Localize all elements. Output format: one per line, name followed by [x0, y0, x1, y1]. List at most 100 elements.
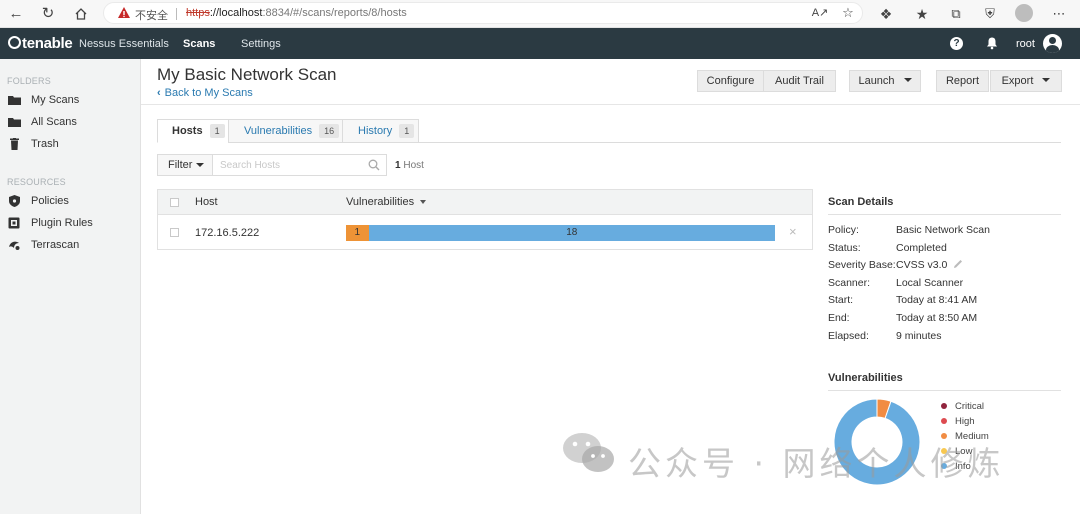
info-severity-segment[interactable]: 18	[368, 225, 775, 241]
audit-trail-button[interactable]: Audit Trail	[763, 70, 836, 92]
table-row[interactable]: 172.16.5.222 1 18 ×	[158, 216, 812, 250]
browser-profile-avatar[interactable]	[1015, 4, 1033, 22]
column-header-host[interactable]: Host	[195, 196, 218, 208]
scan-detail-value: CVSS v3.0	[896, 259, 948, 272]
edit-pencil-icon[interactable]	[953, 259, 963, 269]
report-button[interactable]: Report	[936, 70, 989, 92]
scan-detail-value: Basic Network Scan	[896, 224, 990, 236]
favorites-icon[interactable]: ★	[912, 4, 932, 24]
nav-scans[interactable]: Scans	[183, 38, 215, 50]
favorite-add-icon[interactable]: ☆	[838, 3, 858, 23]
hosts-table: Host Vulnerabilities 172.16.5.222 1 18 ×	[157, 189, 813, 250]
sidebar-item-label: Terrascan	[31, 239, 80, 251]
sidebar-item-all-scans[interactable]: All Scans	[8, 114, 138, 132]
address-bar[interactable]: 不安全 https://localhost:8834/#/scans/repor…	[103, 2, 863, 24]
launch-button[interactable]: Launch	[849, 70, 921, 92]
configure-button[interactable]: Configure	[697, 70, 764, 92]
legend-item[interactable]: High	[941, 416, 975, 427]
select-all-checkbox[interactable]	[170, 198, 179, 207]
legend-label: Critical	[955, 401, 985, 412]
shield-icon	[9, 195, 20, 207]
host-count: 1 Host	[395, 160, 424, 171]
legend-dot-icon	[941, 403, 947, 409]
column-header-label: Vulnerabilities	[346, 196, 415, 208]
bell-icon[interactable]	[985, 36, 999, 50]
table-header: Host Vulnerabilities	[158, 190, 812, 215]
scan-detail-value: 9 minutes	[896, 329, 942, 342]
sidebar-item-my-scans[interactable]: My Scans	[8, 92, 138, 110]
extensions-icon[interactable]: ❖	[876, 4, 896, 24]
scan-detail-label: Elapsed:	[828, 329, 869, 342]
back-arrow-icon[interactable]: ←	[6, 4, 26, 24]
folder-icon	[8, 118, 21, 127]
scan-detail-value: Today at 8:41 AM	[896, 294, 978, 307]
tenable-logo[interactable]: tenable	[8, 35, 73, 52]
brand-name: tenable	[22, 35, 73, 52]
scan-detail-label: Start:	[828, 294, 854, 307]
host-ip[interactable]: 172.16.5.222	[195, 227, 259, 239]
launch-label: Launch	[858, 75, 895, 87]
header-divider	[141, 104, 1080, 105]
trash-icon	[10, 138, 19, 150]
sidebar-item-terrascan[interactable]: Terrascan	[8, 237, 138, 255]
read-aloud-icon[interactable]: A↗	[810, 3, 830, 23]
export-label: Export	[1001, 75, 1034, 87]
sidebar-item-policies[interactable]: Policies	[8, 193, 138, 211]
user-name[interactable]: root	[1016, 38, 1035, 50]
tab-count-badge: 1	[209, 124, 225, 138]
sidebar-item-label: Trash	[31, 138, 59, 150]
sidebar: FOLDERS My Scans All Scans Trash RESOURC…	[0, 59, 141, 514]
tab-hosts[interactable]: Hosts 1	[157, 119, 229, 143]
delete-row-icon[interactable]: ×	[789, 224, 797, 239]
tab-label: History	[358, 125, 393, 137]
collections-icon[interactable]: ⧉	[946, 4, 966, 24]
export-button[interactable]: Export	[990, 70, 1062, 92]
host-count-suffix: Host	[403, 160, 424, 171]
scan-detail-label: Scanner:	[828, 276, 871, 289]
scan-detail-value: Today at 8:50 AM	[896, 312, 978, 324]
reload-icon[interactable]: ↻	[38, 4, 58, 24]
home-icon[interactable]	[71, 4, 91, 24]
column-header-vulnerabilities[interactable]: Vulnerabilities	[346, 196, 427, 208]
filter-dropdown[interactable]: Filter	[157, 154, 213, 176]
url-host: ://localhost	[209, 7, 263, 19]
browser-toolbar: ← ↻ 不安全 https://localhost:8834/#/scans/r…	[0, 0, 1080, 28]
url-scheme: https	[186, 7, 210, 19]
sidebar-item-trash[interactable]: Trash	[8, 136, 138, 154]
tab-divider	[419, 142, 1061, 143]
vulnerability-severity-bar[interactable]: 1 18	[346, 225, 775, 241]
sidebar-item-label: Plugin Rules	[31, 217, 93, 229]
terrascan-icon	[9, 241, 20, 250]
medium-severity-segment[interactable]: 1	[346, 225, 369, 241]
url-text[interactable]: https://localhost:8834/#/scans/reports/8…	[186, 7, 407, 19]
nav-settings[interactable]: Settings	[241, 38, 281, 50]
vulnerabilities-divider	[828, 390, 1061, 391]
watermark-text: 公众号 · 网络个人修炼	[628, 444, 1005, 483]
filter-label: Filter	[168, 159, 193, 171]
legend-label: High	[955, 416, 975, 427]
page-title: My Basic Network Scan	[157, 65, 337, 84]
tab-history[interactable]: History 1	[342, 119, 419, 143]
browser-essentials-icon[interactable]: ⛨	[980, 4, 1000, 24]
scan-detail-label: Policy:	[828, 224, 859, 236]
logo-mark-icon	[8, 36, 21, 49]
resources-heading: RESOURCES	[7, 177, 66, 187]
more-menu-icon[interactable]: ⋯	[1049, 4, 1069, 24]
insecure-label: 不安全	[135, 10, 168, 22]
legend-item[interactable]: Critical	[941, 401, 984, 412]
search-icon[interactable]	[368, 159, 380, 171]
user-avatar-icon[interactable]	[1043, 34, 1062, 53]
help-icon[interactable]: ?	[950, 37, 963, 50]
chevron-down-icon	[1042, 78, 1051, 82]
row-checkbox[interactable]	[170, 228, 179, 237]
warning-icon	[118, 7, 130, 18]
search-hosts-input[interactable]	[212, 154, 387, 176]
back-to-my-scans-link[interactable]: ‹ Back to My Scans	[157, 87, 253, 99]
tab-vulnerabilities[interactable]: Vulnerabilities 16	[228, 119, 343, 143]
tab-count-badge: 1	[399, 124, 415, 138]
scan-details-divider	[828, 214, 1061, 215]
sidebar-item-plugin-rules[interactable]: Plugin Rules	[8, 215, 138, 233]
folder-icon	[8, 96, 21, 105]
chevron-down-icon	[903, 78, 912, 82]
sort-desc-icon	[420, 200, 427, 204]
